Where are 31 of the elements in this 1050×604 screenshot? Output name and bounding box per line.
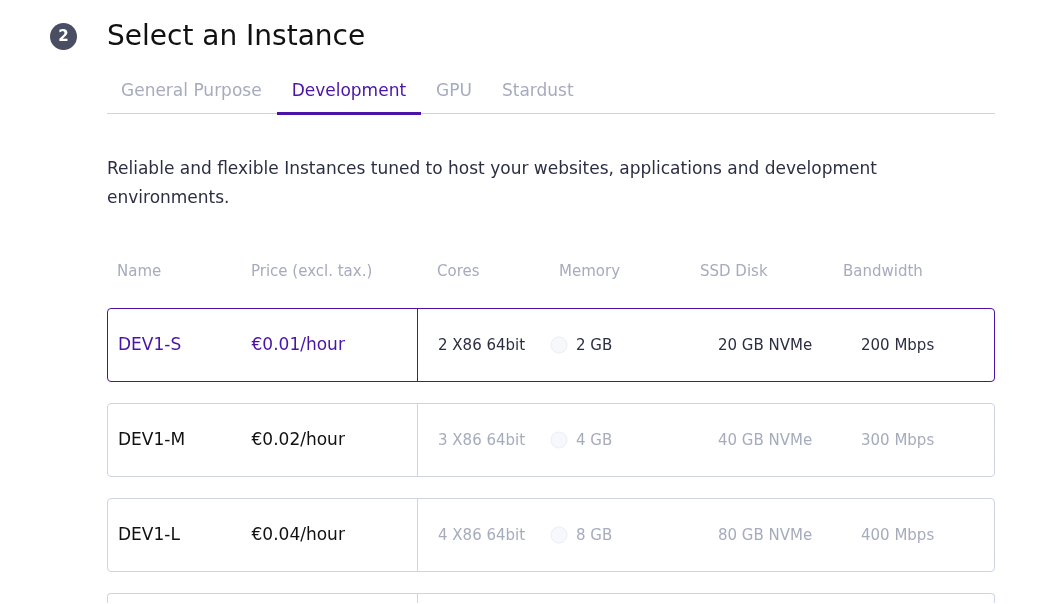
column-header: Cores [436,260,481,282]
instance-price: €0.02/hour [251,428,346,452]
instance-name: DEV1-M [117,428,187,452]
bandwidth-value: 300 Mbps [861,429,936,451]
instance-row[interactable]: DEV1-M €0.02/hour 3 X86 64bit 4 GB 40 GB NVMe 300 Mbps [107,403,995,477]
instance-name: DEV1-L [117,523,181,547]
step-number: 2 [50,22,77,50]
instance-row[interactable]: DEV1-S €0.01/hour 2 X86 64bit 2 GB 20 GB NVMe 200 Mbps [107,308,995,382]
tab[interactable]: Development [276,72,422,115]
bandwidth-value: 400 Mbps [861,524,936,546]
section-title: Select an Instance [107,22,366,50]
disk-value: 20 GB NVMe [718,334,814,356]
instance-price: €0.01/hour [251,333,346,357]
column-header: Memory [559,260,621,282]
cores-value: 4 X86 64bit [437,524,527,546]
instance-price: €0.04/hour [251,523,346,547]
cores-value: 3 X86 64bit [437,429,527,451]
memory-value: 4 GB [576,429,614,451]
column-header: Price (excl. tax.) [251,260,374,282]
description-text: Reliable and flexible Instances tuned to host your websites, applications and development environments. [107,156,878,209]
column-header: Name [116,260,163,282]
instance-name: DEV1-S [117,333,183,357]
disk-value: 40 GB NVMe [718,429,814,451]
column-header: Bandwidth [843,260,924,282]
instance-row[interactable]: DEV1-L €0.04/hour 4 X86 64bit 8 GB 80 GB NVMe 400 Mbps [107,498,995,572]
memory-value: 8 GB [576,524,614,546]
disk-value: 80 GB NVMe [718,524,814,546]
memory-value: 2 GB [576,334,614,356]
cores-value: 2 X86 64bit [437,334,527,356]
column-header: SSD Disk [700,260,769,282]
bandwidth-value: 200 Mbps [861,334,936,356]
